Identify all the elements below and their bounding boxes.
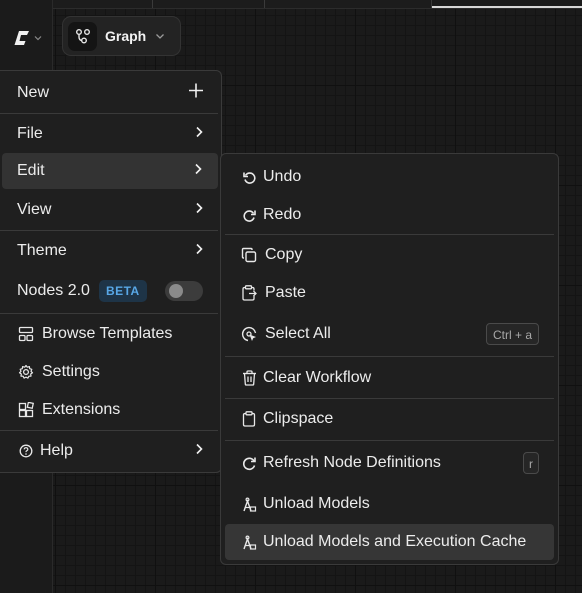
plus-icon bbox=[188, 83, 204, 104]
menu-item-select-all[interactable]: Select All Ctrl + a bbox=[221, 314, 558, 354]
menu-item-unload-models[interactable]: Unload Models bbox=[221, 485, 558, 523]
menu-item-file[interactable]: File bbox=[0, 115, 221, 153]
menu-divider bbox=[225, 398, 554, 399]
tab-separator bbox=[264, 0, 265, 8]
menu-item-label: Select All bbox=[265, 325, 331, 342]
menu-item-edit[interactable]: Edit bbox=[2, 153, 218, 189]
menu-item-redo[interactable]: Redo bbox=[221, 196, 558, 234]
graph-label: Graph bbox=[105, 28, 147, 44]
menu-item-label: Undo bbox=[263, 168, 302, 185]
menu-divider bbox=[0, 313, 218, 314]
tab-separator bbox=[152, 0, 153, 8]
menu-item-label: Unload Models bbox=[263, 495, 370, 512]
menu-item-new[interactable]: New bbox=[0, 75, 221, 111]
nodes2-toggle[interactable] bbox=[165, 281, 203, 301]
select-all-icon bbox=[240, 325, 258, 343]
menu-item-label: Unload Models and Execution Cache bbox=[263, 533, 527, 550]
toggle-knob bbox=[169, 284, 183, 298]
menu-item-label: New bbox=[17, 84, 50, 101]
gear-icon bbox=[17, 363, 35, 381]
chevron-right-icon bbox=[194, 162, 202, 180]
menu-item-paste[interactable]: Paste bbox=[221, 274, 558, 312]
menu-item-label: View bbox=[17, 201, 52, 218]
menu-item-label: File bbox=[17, 125, 43, 142]
menu-item-unload-models-and-cache[interactable]: Unload Models and Execution Cache bbox=[225, 524, 554, 560]
refresh-icon bbox=[240, 454, 258, 472]
menu-item-label: Edit bbox=[17, 162, 45, 179]
app-logo-icon bbox=[13, 29, 31, 47]
menu-item-label: Redo bbox=[263, 206, 302, 223]
redo-icon bbox=[240, 206, 258, 224]
menu-item-settings[interactable]: Settings bbox=[0, 354, 221, 390]
active-tab-indicator bbox=[432, 6, 582, 8]
paste-icon bbox=[240, 284, 258, 302]
menu-divider bbox=[0, 230, 218, 231]
chevron-down-icon bbox=[34, 35, 42, 41]
menu-item-label: Clipspace bbox=[263, 410, 334, 427]
templates-icon bbox=[17, 325, 35, 343]
menu-item-label: Copy bbox=[265, 246, 303, 263]
shortcut-badge: r bbox=[523, 452, 539, 474]
shortcut-badge: Ctrl + a bbox=[485, 323, 539, 345]
menu-divider bbox=[0, 113, 218, 114]
menu-divider bbox=[0, 430, 218, 431]
menu-divider bbox=[225, 234, 554, 235]
menu-divider bbox=[225, 356, 554, 357]
app-menu-button[interactable] bbox=[4, 18, 50, 58]
graph-view-button[interactable]: Graph bbox=[62, 16, 181, 56]
menu-item-label: Extensions bbox=[42, 401, 121, 418]
menu-item-theme[interactable]: Theme bbox=[0, 232, 221, 269]
menu-item-label: Help bbox=[40, 442, 73, 459]
menu-item-label: Nodes 2.0 bbox=[17, 282, 90, 299]
menu-item-clipspace[interactable]: Clipspace bbox=[221, 400, 558, 438]
menu-divider bbox=[225, 440, 554, 441]
unload-models-icon bbox=[240, 495, 258, 513]
menu-item-refresh-node-definitions[interactable]: Refresh Node Definitions r bbox=[221, 444, 558, 482]
menu-item-label: Clear Workflow bbox=[263, 369, 372, 386]
trash-icon bbox=[240, 369, 258, 387]
workflow-tab-strip bbox=[0, 0, 582, 9]
chevron-right-icon bbox=[195, 125, 203, 143]
chevron-right-icon bbox=[195, 242, 203, 260]
menu-item-copy[interactable]: Copy bbox=[221, 236, 558, 274]
chevron-right-icon bbox=[195, 442, 203, 460]
main-menu: New File Edit View Theme Nodes 2.0 BETA bbox=[0, 70, 222, 473]
chevron-right-icon bbox=[195, 201, 203, 219]
menu-item-extensions[interactable]: Extensions bbox=[0, 392, 221, 428]
copy-icon bbox=[240, 246, 258, 264]
edit-submenu: Undo Redo Copy Paste Select All Ctrl + a… bbox=[220, 153, 559, 565]
undo-icon bbox=[240, 168, 258, 186]
menu-item-label: Settings bbox=[42, 363, 100, 380]
beta-badge: BETA bbox=[98, 280, 147, 302]
chevron-down-icon bbox=[155, 27, 165, 45]
menu-item-nodes2[interactable]: Nodes 2.0 BETA bbox=[0, 273, 221, 309]
menu-item-help[interactable]: Help bbox=[0, 432, 221, 470]
menu-item-label: Browse Templates bbox=[42, 325, 173, 342]
menu-item-label: Refresh Node Definitions bbox=[263, 454, 441, 471]
help-icon bbox=[17, 442, 35, 460]
graph-icon bbox=[68, 21, 97, 51]
menu-item-browse-templates[interactable]: Browse Templates bbox=[0, 316, 221, 352]
unload-models-icon bbox=[240, 533, 258, 551]
menu-item-clear-workflow[interactable]: Clear Workflow bbox=[221, 359, 558, 397]
menu-item-view[interactable]: View bbox=[0, 191, 221, 229]
clipboard-icon bbox=[240, 410, 258, 428]
menu-item-undo[interactable]: Undo bbox=[221, 158, 558, 196]
menu-item-label: Theme bbox=[17, 241, 67, 259]
extensions-icon bbox=[17, 401, 35, 419]
menu-item-label: Paste bbox=[265, 284, 306, 301]
